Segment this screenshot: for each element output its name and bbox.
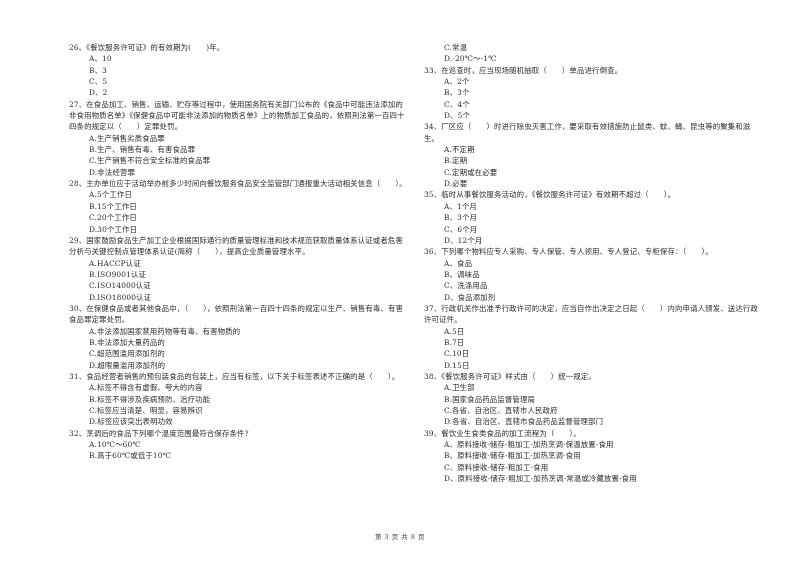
answer-option: D.-20℃～-1℃ [444, 54, 497, 64]
answer-option: B.定期 [444, 156, 468, 166]
answer-option: D、食品添加剂 [444, 292, 496, 302]
answer-option: C.ISO14000认证 [89, 281, 151, 291]
answer-option: A.卫生部 [444, 383, 475, 393]
answer-option: D.30个工作日 [89, 224, 138, 234]
answer-option: B、3 [89, 65, 107, 75]
answer-option: D、5个 [444, 111, 471, 121]
answer-option: A.生产销售劣质食品罪 [89, 133, 165, 143]
answer-option: D、原料接收-储存-粗加工-加热烹调-常温或冷藏放置-食用 [444, 474, 637, 484]
question-text: 32、烹调后的食品下列哪个温度范围最符合保存条件? [69, 428, 249, 438]
question-text: 33、在巡查时，应当现场随机抽取（ ）单品进行倒查。 [424, 65, 623, 75]
question-text: 30、在保健食品或者其他食品中，（ ），依照刑法第一百四十四条的规定以生产、销售… [69, 303, 404, 325]
question-text: 37、行政机关作出准予行政许可的决定，应当自作出决定之日起（ ）内向申请人颁发、… [424, 303, 758, 325]
answer-option: A.5个工作日 [89, 190, 133, 200]
question-text: 29、国家鼓励食品生产加工企业根据国际通行的质量管理标准和技术规范获取质量体系认… [69, 235, 403, 257]
answer-option: A、10 [89, 54, 112, 64]
question-text: 39、餐饮业生食类食品的加工流程为（ ）。 [424, 428, 581, 438]
answer-option: C.各省、自治区、直辖市人民政府 [444, 406, 558, 415]
answer-option: B、原料接收-储存-粗加工-加热烹调-食用 [444, 451, 581, 461]
question-text: 31、食品经营者销售的预包装食品的包装上，应当有标签，以下关于标签表述不正确的是… [69, 371, 400, 381]
answer-option: C.20个工作日 [89, 213, 137, 223]
question-text: 36、下列哪个物料应专人采购、专人保管、专人领用、专人登记、专柜保存：（ ）。 [424, 247, 713, 257]
answer-option: B.生产、销售有毒、有害食品罪 [89, 145, 196, 155]
question-text: 26、《餐饮服务许可证》的有效期为( )年。 [69, 43, 225, 52]
answer-option: B、3个 [444, 88, 470, 98]
answer-option: B.高于60℃或低于10℃ [89, 451, 172, 461]
answer-option: B.非法添加大量药品的 [89, 337, 165, 347]
answer-option: C.超范围滥用添加剂的 [89, 349, 165, 359]
question-text: 34、厂区应（ ）时进行除虫灭害工作，要采取有效措施防止鼠类、蚊、蝇、昆虫等的聚… [424, 122, 751, 143]
answer-option: B、调味品 [444, 269, 480, 279]
answer-option: C.10日 [444, 349, 470, 359]
answer-option: A、1个月 [444, 201, 477, 211]
page-footer: 第 3 页 共 8 页 [374, 533, 426, 541]
answer-option: D.必要 [444, 179, 468, 189]
answer-option: A.非法添加国家禁用药物等有毒、有害物质的 [89, 326, 241, 336]
answer-option: C、6个月 [444, 224, 478, 234]
answer-option: A、原料接收-储存-粗加工-加热烹调-保温放置-食用 [444, 440, 614, 450]
answer-option: D、12个月 [444, 235, 483, 245]
answer-option: D、2 [89, 88, 108, 98]
answer-option: B.标签不得涉及疾病预防、治疗功能 [89, 394, 211, 404]
answer-option: B.7日 [444, 337, 465, 347]
answer-option: C、5 [89, 77, 108, 87]
answer-option: A.HACCP认证 [89, 258, 141, 268]
answer-option: C、原料接收-储存-粗加工-食用 [444, 462, 549, 472]
question-text: 35、临时从事餐饮服务活动的，《餐饮服务许可证》有效期不超过（ ）。 [424, 190, 676, 200]
answer-option: D.ISO18000认证 [89, 292, 152, 302]
answer-option: A.标签不得含有虚假、夸大的内容 [89, 383, 203, 393]
question-text: 28、主办单位应于活动举办前多少时间向餐饮服务食品安全监管部门通报重大活动相关信… [69, 179, 407, 189]
right-column: C.常温 D.-20℃～-1℃ 33、在巡查时，应当现场随机抽取（ ）单品进行倒查。… [424, 42, 764, 484]
answer-option: C.标签应当清楚、明显，容易辨识 [89, 406, 203, 415]
answer-option: C、4个 [444, 99, 470, 109]
answer-option: C.生产销售不符合安全标准的食品罪 [89, 156, 211, 166]
left-column: 26、《餐饮服务许可证》的有效期为( )年。 A、10 B、3 C、5 D、2 27、在食… [69, 42, 409, 462]
answer-option: C、洗涤用品 [444, 281, 488, 291]
question-text: 38、《餐饮服务许可证》样式由（ ）统一规定。 [424, 371, 596, 381]
answer-option: D.标签应该突出表明功效 [89, 417, 173, 427]
answer-option: C.定期或在必要 [444, 167, 498, 177]
answer-option: A.10℃～60℃ [89, 440, 141, 450]
answer-option: A.不定期 [444, 145, 475, 155]
answer-option: D.15日 [444, 360, 470, 370]
answer-option: A.5日 [444, 326, 465, 336]
answer-option: D.各省、自治区、直辖市食品药品监督管理部门 [444, 417, 604, 427]
answer-option: D.超限量滥用添加剂的 [89, 360, 166, 370]
question-text: 27、在食品加工、销售、运输、贮存等过程中，使用国务院有关部门公布的《食品中可能… [69, 99, 405, 132]
answer-option: B.ISO9001认证 [89, 269, 147, 279]
answer-option: B.15个工作日 [89, 201, 137, 211]
answer-option: D.非法经营罪 [89, 167, 136, 177]
answer-option: C.常温 [444, 43, 468, 52]
answer-option: B.国家食品药品监督管理局 [444, 394, 536, 404]
answer-option: A、2个 [444, 77, 470, 87]
answer-option: A、食品 [444, 258, 473, 268]
answer-option: B、3个月 [444, 213, 478, 223]
